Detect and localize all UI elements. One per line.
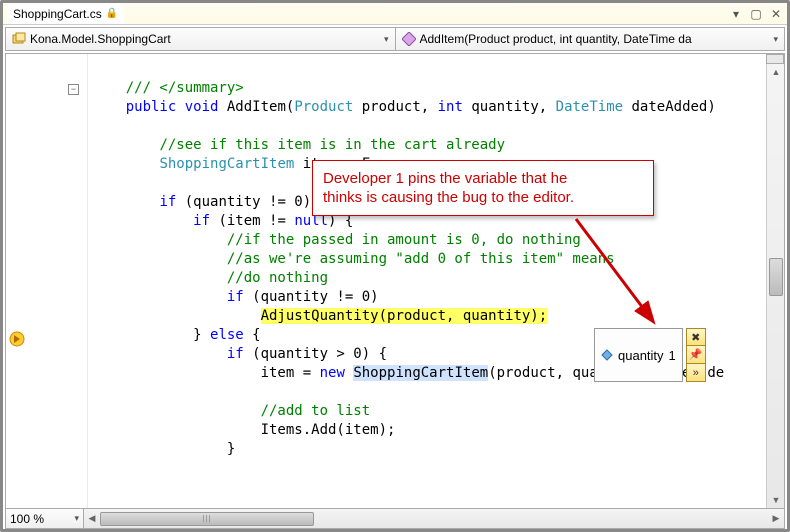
- close-icon[interactable]: ✕: [769, 7, 783, 21]
- vertical-scrollbar[interactable]: ▲ ▼: [766, 54, 784, 508]
- datatip-expand-icon[interactable]: »: [686, 364, 706, 382]
- callout-line: Developer 1 pins the variable that he: [323, 169, 643, 188]
- horizontal-scrollbar[interactable]: ◀ ||| ▶: [84, 509, 784, 528]
- chevron-down-icon: ▾: [74, 513, 79, 524]
- variable-icon: [601, 349, 613, 361]
- split-handle[interactable]: [766, 54, 784, 64]
- scroll-thumb[interactable]: |||: [100, 512, 314, 526]
- pinned-datatip[interactable]: quantity 1 ✖ 📌 »: [594, 328, 706, 382]
- highlighted-line: AdjustQuantity(product, quantity);: [261, 308, 548, 324]
- annotation-callout: Developer 1 pins the variable that he th…: [312, 160, 654, 216]
- class-dropdown[interactable]: Kona.Model.ShoppingCart ▾: [6, 28, 396, 50]
- datatip-pin-icon[interactable]: 📌: [686, 346, 706, 364]
- callout-line: thinks is causing the bug to the editor.: [323, 188, 643, 207]
- datatip-variable: quantity: [618, 348, 664, 363]
- code-editor[interactable]: − /// </summary> public void AddItem(Pro…: [5, 53, 785, 509]
- bottom-bar: 100 % ▾ ◀ ||| ▶: [5, 509, 785, 529]
- member-name: AddItem(Product product, int quantity, D…: [420, 32, 692, 46]
- scroll-left-icon[interactable]: ◀: [84, 513, 100, 524]
- scroll-right-icon[interactable]: ▶: [768, 513, 784, 524]
- scroll-down-icon[interactable]: ▼: [767, 492, 785, 508]
- scroll-up-icon[interactable]: ▲: [767, 64, 785, 80]
- member-dropdown[interactable]: AddItem(Product product, int quantity, D…: [396, 28, 785, 50]
- class-name: Kona.Model.ShoppingCart: [30, 32, 171, 46]
- current-statement-icon[interactable]: [8, 330, 26, 348]
- editor-gutter: −: [6, 54, 88, 508]
- chevron-down-icon: ▾: [773, 34, 778, 45]
- method-icon: [402, 32, 416, 46]
- selected-text: ShoppingCartItem: [353, 365, 488, 381]
- zoom-dropdown[interactable]: 100 % ▾: [6, 509, 84, 528]
- zoom-level: 100 %: [10, 512, 44, 526]
- datatip-value: 1: [669, 348, 676, 363]
- navigation-bar: Kona.Model.ShoppingCart ▾ AddItem(Produc…: [5, 27, 785, 51]
- code-area[interactable]: /// </summary> public void AddItem(Produ…: [88, 54, 766, 508]
- file-name: ShoppingCart.cs: [13, 7, 102, 21]
- maximize-icon[interactable]: ▢: [749, 7, 763, 21]
- class-icon: [12, 32, 26, 46]
- datatip-controls: ✖ 📌 »: [686, 328, 706, 382]
- datatip-body[interactable]: quantity 1: [594, 328, 683, 382]
- file-tab[interactable]: ShoppingCart.cs 🔒: [7, 4, 124, 24]
- lock-icon: 🔒: [106, 8, 118, 19]
- dropdown-icon[interactable]: ▾: [729, 7, 743, 21]
- chevron-down-icon: ▾: [384, 34, 389, 45]
- scroll-thumb[interactable]: [769, 258, 783, 296]
- title-bar: ShoppingCart.cs 🔒 ▾ ▢ ✕: [3, 3, 787, 25]
- datatip-close-icon[interactable]: ✖: [686, 328, 706, 346]
- outline-collapse-icon[interactable]: −: [68, 84, 79, 95]
